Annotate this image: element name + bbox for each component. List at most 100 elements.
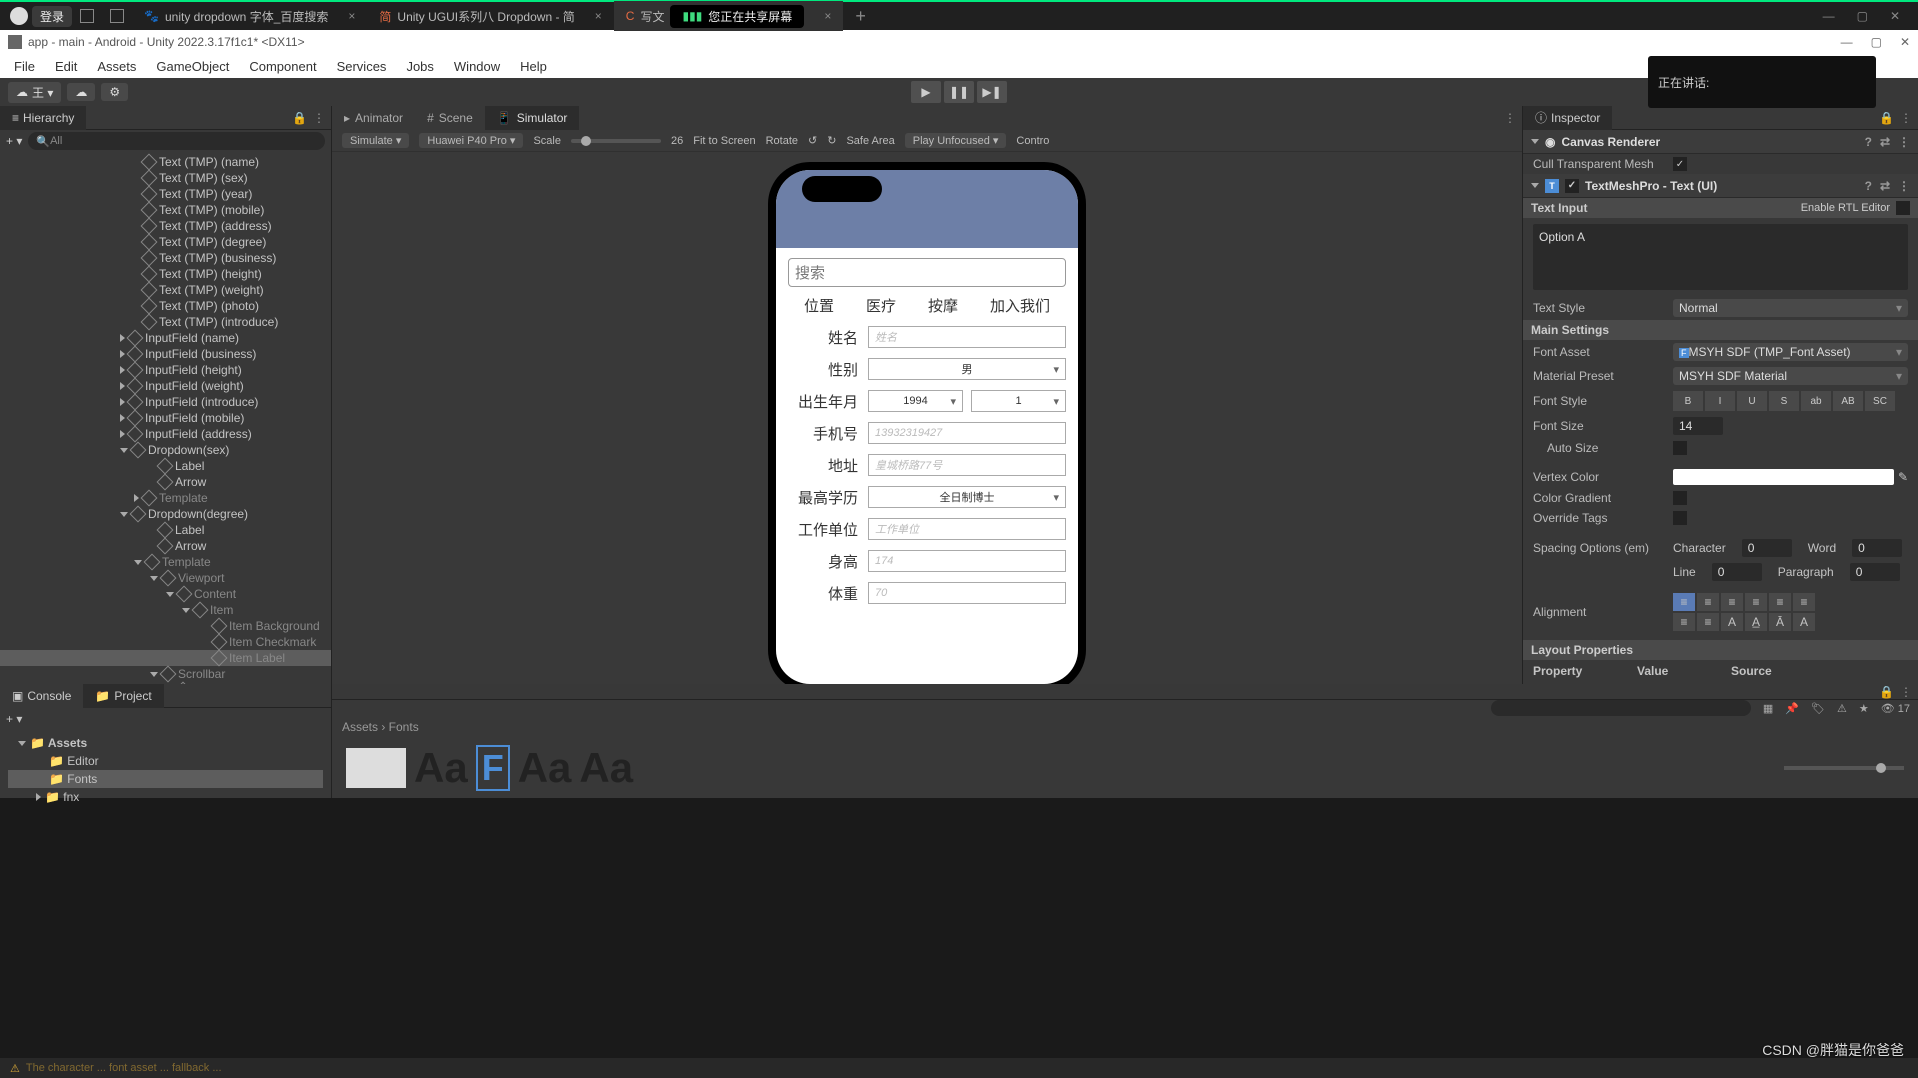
asset-thumb[interactable] <box>346 748 406 788</box>
hierarchy-item[interactable]: Text (TMP) (sex) <box>0 170 331 186</box>
hierarchy-item[interactable]: Item <box>0 602 331 618</box>
cull-checkbox[interactable]: ✓ <box>1673 157 1687 171</box>
menu-component[interactable]: Component <box>249 59 316 74</box>
avatar[interactable] <box>10 7 28 25</box>
form-input[interactable]: 13932319427 <box>868 422 1066 444</box>
hierarchy-item[interactable]: Template <box>0 490 331 506</box>
line-input[interactable]: 0 <box>1712 563 1762 581</box>
fit-button[interactable]: Fit to Screen <box>693 135 755 147</box>
hierarchy-item[interactable]: Label <box>0 522 331 538</box>
rotate-left-icon[interactable]: ↺ <box>808 134 817 147</box>
nav-item[interactable]: 医疗 <box>866 295 896 316</box>
add-button[interactable]: + ▾ <box>6 712 22 726</box>
inspector-tab[interactable]: ⓘ Inspector <box>1523 106 1612 130</box>
align-left-button[interactable]: ≡ <box>1673 593 1695 611</box>
thumb-size-slider[interactable] <box>1784 766 1904 770</box>
hierarchy-item[interactable]: Text (TMP) (address) <box>0 218 331 234</box>
valign-cap-button[interactable]: A <box>1793 613 1815 631</box>
menu-icon[interactable]: ⋮ <box>1898 135 1910 149</box>
folder-item[interactable]: 📁 Editor <box>8 752 323 770</box>
hierarchy-item[interactable]: Item Background <box>0 618 331 634</box>
hierarchy-item[interactable]: Scrollbar <box>0 666 331 682</box>
hierarchy-item[interactable]: Dropdown(degree) <box>0 506 331 522</box>
valign-mid-button[interactable]: ≡ <box>1697 613 1719 631</box>
canvas-renderer-header[interactable]: ◉Canvas Renderer ?⇄⋮ <box>1523 130 1918 154</box>
user-dropdown[interactable]: ☁王 ▾ <box>8 82 61 103</box>
hierarchy-item[interactable]: InputField (weight) <box>0 378 331 394</box>
month-dropdown[interactable]: 1 <box>971 390 1066 412</box>
browser-tab-1[interactable]: 🐾unity dropdown 字体_百度搜索× <box>132 1 367 31</box>
cloud-button[interactable]: ☁ <box>67 83 95 101</box>
material-preset-dropdown[interactable]: MSYH SDF Material <box>1673 367 1908 385</box>
form-input[interactable]: 皇城桥路77号 <box>868 454 1066 476</box>
menu-icon[interactable]: ⋮ <box>1900 685 1912 699</box>
hierarchy-item[interactable]: Content <box>0 586 331 602</box>
warn-icon[interactable]: ⚠ <box>1837 702 1847 715</box>
star-icon[interactable]: ★ <box>1859 702 1869 715</box>
form-input[interactable]: 工作单位 <box>868 518 1066 540</box>
folder-item[interactable]: 📁 fnx <box>8 788 323 806</box>
scale-slider[interactable] <box>571 139 661 143</box>
step-button[interactable]: ▶❚ <box>977 81 1007 103</box>
font-style-button[interactable]: AB <box>1833 391 1863 411</box>
menu-window[interactable]: Window <box>454 59 500 74</box>
safe-area-button[interactable]: Safe Area <box>846 135 894 147</box>
align-right-button[interactable]: ≡ <box>1721 593 1743 611</box>
preset-icon[interactable]: ⇄ <box>1880 179 1890 193</box>
menu-icon[interactable]: ⋮ <box>1900 111 1912 125</box>
hierarchy-item[interactable]: InputField (introduce) <box>0 394 331 410</box>
hierarchy-tree[interactable]: Text (TMP) (name)Text (TMP) (sex)Text (T… <box>0 152 331 684</box>
year-dropdown[interactable]: 1994 <box>868 390 963 412</box>
valign-top-button[interactable]: ≡ <box>1673 613 1695 631</box>
hierarchy-item[interactable]: InputField (business) <box>0 346 331 362</box>
hierarchy-item[interactable]: Label <box>0 458 331 474</box>
color-gradient-checkbox[interactable] <box>1673 491 1687 505</box>
hierarchy-item[interactable]: Text (TMP) (height) <box>0 266 331 282</box>
help-icon[interactable]: ? <box>1865 135 1872 149</box>
maximize-icon[interactable]: ▢ <box>1871 35 1882 49</box>
form-dropdown[interactable]: 全日制博士 <box>868 486 1066 508</box>
label-icon[interactable]: 🏷 <box>1811 702 1825 715</box>
vertex-color-swatch[interactable] <box>1673 469 1894 485</box>
font-asset-field[interactable]: FMSYH SDF (TMP_Font Asset) <box>1673 343 1908 361</box>
menu-icon[interactable]: ⋮ <box>313 111 325 125</box>
hierarchy-item[interactable]: Viewport <box>0 570 331 586</box>
close-window-icon[interactable]: ✕ <box>1890 9 1900 23</box>
play-unfocused-dropdown[interactable]: Play Unfocused ▾ <box>905 133 1007 148</box>
close-icon[interactable]: × <box>595 9 602 23</box>
menu-icon[interactable]: ⋮ <box>1504 111 1516 125</box>
hierarchy-item[interactable]: InputField (height) <box>0 362 331 378</box>
pause-button[interactable]: ❚❚ <box>944 81 974 103</box>
project-tab[interactable]: 📁 Project <box>83 684 163 708</box>
gear-button[interactable]: ⚙ <box>101 83 128 101</box>
menu-assets[interactable]: Assets <box>97 59 136 74</box>
menu-icon[interactable]: ⋮ <box>1898 179 1910 193</box>
hierarchy-item[interactable]: Text (TMP) (weight) <box>0 282 331 298</box>
menu-services[interactable]: Services <box>337 59 387 74</box>
valign-bottom-button[interactable]: A <box>1721 613 1743 631</box>
font-style-button[interactable]: S <box>1769 391 1799 411</box>
form-input[interactable]: 174 <box>868 550 1066 572</box>
browser-tab-3[interactable]: C写文 ▮▮▮您正在共享屏幕 × <box>614 1 844 31</box>
char-input[interactable]: 0 <box>1742 539 1792 557</box>
rtl-checkbox[interactable] <box>1896 201 1910 215</box>
hierarchy-item[interactable]: Arrow <box>0 538 331 554</box>
font-size-input[interactable]: 14 <box>1673 417 1723 435</box>
hierarchy-tab[interactable]: ≡ Hierarchy <box>0 106 86 130</box>
paragraph-input[interactable]: 0 <box>1850 563 1900 581</box>
browser-tab-2[interactable]: 简Unity UGUI系列八 Dropdown - 简× <box>367 1 613 31</box>
text-style-dropdown[interactable]: Normal <box>1673 299 1908 317</box>
menu-edit[interactable]: Edit <box>55 59 77 74</box>
eyedropper-icon[interactable]: ✎ <box>1898 470 1908 484</box>
font-style-button[interactable]: U <box>1737 391 1767 411</box>
override-tags-checkbox[interactable] <box>1673 511 1687 525</box>
hierarchy-item[interactable]: Text (TMP) (degree) <box>0 234 331 250</box>
font-style-button[interactable]: I <box>1705 391 1735 411</box>
preset-icon[interactable]: ⇄ <box>1880 135 1890 149</box>
close-icon[interactable]: × <box>824 9 831 23</box>
hierarchy-item[interactable]: InputField (name) <box>0 330 331 346</box>
minimize-icon[interactable]: — <box>1841 35 1853 49</box>
screen-share-pill[interactable]: ▮▮▮您正在共享屏幕 <box>670 5 804 28</box>
visibility-badge[interactable]: 👁 17 <box>1881 702 1910 715</box>
maximize-icon[interactable]: ▢ <box>1857 9 1868 23</box>
